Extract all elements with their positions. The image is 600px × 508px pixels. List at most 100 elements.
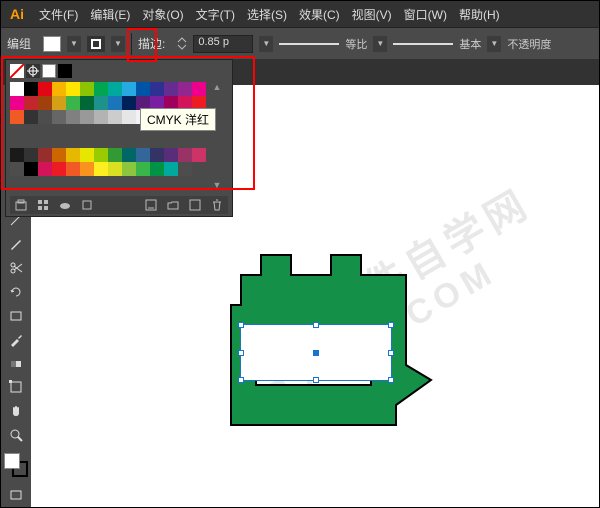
swatch-cell[interactable]	[38, 96, 52, 110]
swatch-cell[interactable]	[164, 148, 178, 162]
trash-icon[interactable]	[210, 198, 224, 212]
swatch-cell[interactable]	[136, 82, 150, 96]
swatch-cell[interactable]	[66, 110, 80, 124]
scissors-tool[interactable]	[3, 256, 29, 280]
swatch-cell[interactable]	[52, 110, 66, 124]
rotate-tool[interactable]	[3, 280, 29, 304]
stroke-weight-field[interactable]: 0.85 p	[193, 35, 253, 53]
swatch-cell[interactable]	[52, 96, 66, 110]
swatch-cell[interactable]	[10, 148, 24, 162]
profile-dropdown[interactable]: ▼	[373, 36, 387, 52]
swatch-cell[interactable]	[150, 82, 164, 96]
swatch-cell[interactable]	[10, 110, 24, 124]
black-swatch[interactable]	[58, 64, 72, 78]
swatch-cell[interactable]	[136, 162, 150, 176]
swatch-cell[interactable]	[94, 82, 108, 96]
swatch-cell[interactable]	[108, 148, 122, 162]
fill-dropdown[interactable]: ▼	[67, 36, 81, 52]
swatch-cell[interactable]	[80, 110, 94, 124]
swatch-cell[interactable]	[108, 110, 122, 124]
swatch-cell[interactable]	[150, 162, 164, 176]
selection-handle[interactable]	[313, 377, 319, 383]
stroke-swatch[interactable]	[87, 36, 105, 52]
stroke-weight-dropdown[interactable]: ▼	[259, 36, 273, 52]
new-color-group-icon[interactable]	[80, 198, 94, 212]
swatch-cell[interactable]	[192, 82, 206, 96]
swatch-cell[interactable]	[10, 96, 24, 110]
stepper-down-icon[interactable]	[177, 44, 187, 50]
swatch-cell[interactable]	[80, 148, 94, 162]
swatch-cell[interactable]	[122, 96, 136, 110]
swatch-cell[interactable]	[52, 82, 66, 96]
swatch-cell[interactable]	[80, 96, 94, 110]
swatch-cell[interactable]	[122, 148, 136, 162]
screen-mode[interactable]	[3, 483, 29, 507]
none-swatch-icon[interactable]	[10, 64, 24, 78]
swatch-cell[interactable]	[38, 82, 52, 96]
eyedropper-tool[interactable]	[3, 328, 29, 352]
hand-tool[interactable]	[3, 399, 29, 423]
swatch-cell[interactable]	[122, 82, 136, 96]
zoom-tool[interactable]	[3, 423, 29, 447]
swatch-cell[interactable]	[94, 162, 108, 176]
swatch-cell[interactable]	[38, 162, 52, 176]
scroll-down-icon[interactable]: ▼	[213, 180, 222, 190]
swatch-cell[interactable]	[24, 148, 38, 162]
paintbrush-tool[interactable]	[3, 232, 29, 256]
swatch-cell[interactable]	[24, 162, 38, 176]
menu-select[interactable]: 选择(S)	[247, 6, 287, 23]
swatch-cell[interactable]	[10, 82, 24, 96]
swatch-cell[interactable]	[164, 82, 178, 96]
menu-object[interactable]: 对象(O)	[142, 6, 183, 23]
white-swatch[interactable]	[42, 64, 56, 78]
show-kinds-icon[interactable]	[36, 198, 50, 212]
swatch-cell[interactable]	[52, 162, 66, 176]
swatch-cell[interactable]	[136, 148, 150, 162]
selection-handle[interactable]	[388, 322, 394, 328]
selection-handle[interactable]	[313, 322, 319, 328]
swatch-cell[interactable]	[178, 82, 192, 96]
swatch-cell[interactable]	[122, 110, 136, 124]
menu-window[interactable]: 窗口(W)	[404, 6, 447, 23]
selection-handle[interactable]	[238, 350, 244, 356]
swatch-cell[interactable]	[66, 96, 80, 110]
swatch-cell[interactable]	[24, 82, 38, 96]
stepper-up-icon[interactable]	[177, 37, 187, 43]
menu-edit[interactable]: 编辑(E)	[90, 6, 130, 23]
swatch-cell[interactable]	[108, 82, 122, 96]
swatch-cell[interactable]	[80, 82, 94, 96]
registration-swatch-icon[interactable]	[26, 64, 40, 78]
fill-swatch[interactable]	[43, 36, 61, 52]
lib-icon[interactable]	[14, 198, 28, 212]
fill-indicator[interactable]	[4, 453, 20, 469]
brush-dropdown[interactable]: ▼	[487, 36, 501, 52]
swatch-cell[interactable]	[10, 162, 24, 176]
selection-handle[interactable]	[388, 377, 394, 383]
menu-type[interactable]: 文字(T)	[196, 6, 235, 23]
selection-center[interactable]	[313, 350, 319, 356]
swatch-cell[interactable]	[66, 148, 80, 162]
swatch-cell[interactable]	[38, 110, 52, 124]
menu-effect[interactable]: 效果(C)	[299, 6, 340, 23]
swatch-options-icon[interactable]	[58, 198, 72, 212]
rectangle-tool[interactable]	[3, 304, 29, 328]
swatch-cell[interactable]	[164, 162, 178, 176]
scroll-up-icon[interactable]: ▲	[213, 82, 222, 92]
selection-handle[interactable]	[238, 322, 244, 328]
swatch-cell[interactable]	[150, 148, 164, 162]
folder-icon[interactable]	[166, 198, 180, 212]
swatch-cell[interactable]	[38, 148, 52, 162]
swatch-cell[interactable]	[178, 148, 192, 162]
swatch-cell[interactable]	[94, 96, 108, 110]
swatch-scrollbar[interactable]: ▲ ▼	[210, 82, 224, 190]
swatch-cell[interactable]	[94, 110, 108, 124]
swatch-cell[interactable]	[192, 148, 206, 162]
menu-help[interactable]: 帮助(H)	[459, 6, 500, 23]
fill-stroke-swap[interactable]	[4, 453, 28, 477]
swatch-cell[interactable]	[108, 96, 122, 110]
menu-view[interactable]: 视图(V)	[352, 6, 392, 23]
gradient-tool[interactable]	[3, 352, 29, 376]
swatch-cell[interactable]	[178, 162, 192, 176]
edit-swatch-icon[interactable]	[188, 198, 202, 212]
swatch-cell[interactable]	[80, 162, 94, 176]
